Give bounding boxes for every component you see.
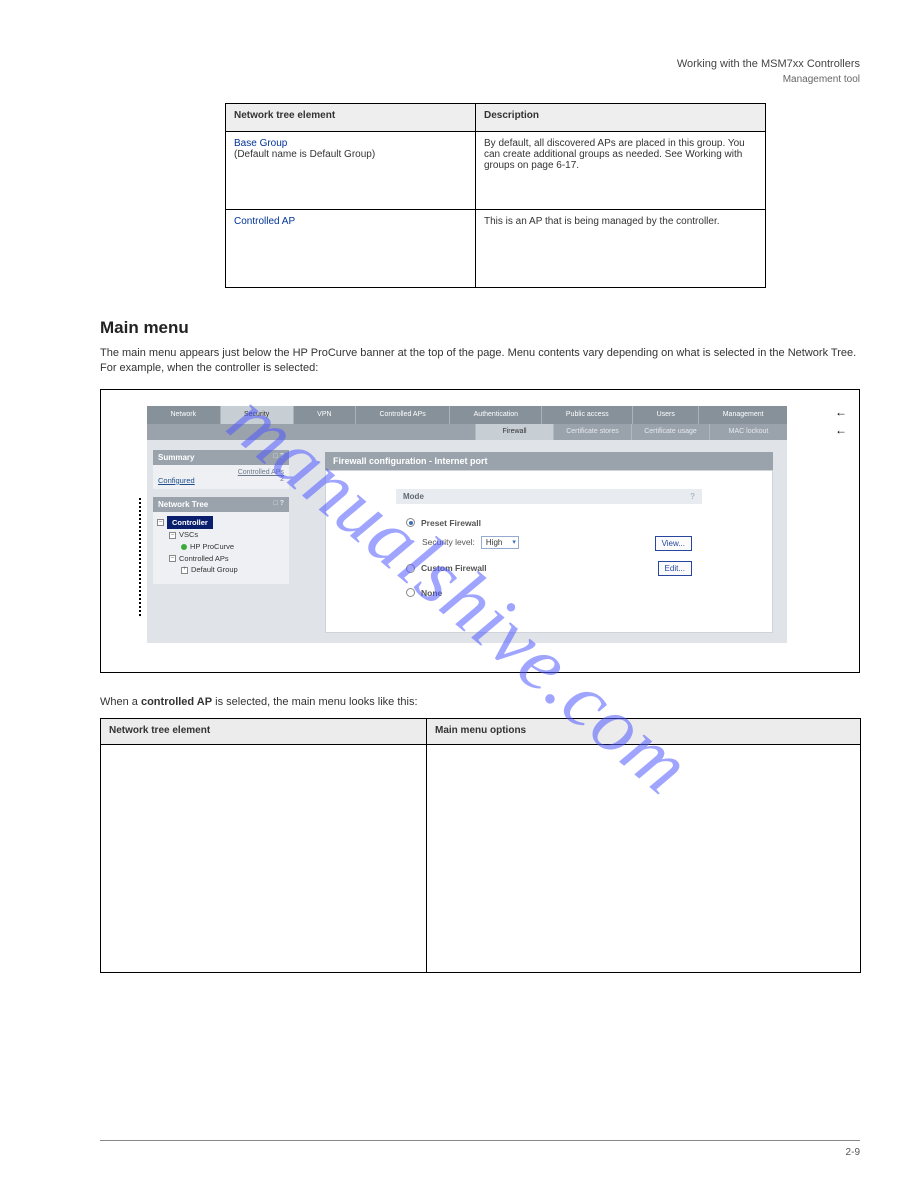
firewall-card: Mode ? Preset Firewall [325, 470, 773, 633]
dotted-guide [139, 498, 141, 616]
tree-toggle-icon[interactable]: – [157, 519, 164, 526]
tab-controlled-aps[interactable]: Controlled APs [356, 406, 450, 424]
section-desc: The main menu appears just below the HP … [100, 346, 860, 377]
tab-authentication[interactable]: Authentication [450, 406, 542, 424]
tab-network[interactable]: Network [147, 406, 221, 424]
tree-hp-procurve[interactable]: HP ProCurve [190, 541, 234, 553]
summary-title: Summary [158, 453, 194, 462]
table-row: Controlled AP This is an AP that is bein… [226, 210, 766, 288]
main-menu-tabs: Network Security VPN Controlled APs Auth… [147, 406, 787, 424]
arrow-sub-menu-icon: ← [835, 423, 847, 437]
tbl2-r1c1 [101, 745, 427, 973]
summary-configured-link[interactable]: Configured [158, 476, 195, 485]
sub-menu-tabs: Firewall Certificate stores Certificate … [147, 424, 787, 440]
opt-custom-label: Custom Firewall [421, 563, 487, 573]
arrow-main-menu-icon: ← [835, 405, 847, 419]
tbl1-col1-header: Network tree element [226, 104, 476, 132]
subtab-firewall[interactable]: Firewall [475, 424, 553, 440]
tree-toggle-icon[interactable]: – [169, 555, 176, 562]
below-text-a: When a [100, 696, 141, 708]
edit-button[interactable]: Edit... [658, 561, 692, 576]
tree-toggle-icon[interactable]: + [181, 567, 188, 574]
summary-configured-value: 2 [280, 476, 284, 485]
network-tree-panel-icons[interactable]: □ ? [274, 500, 284, 509]
tbl2-col1-header: Network tree element [101, 719, 427, 745]
tab-vpn[interactable]: VPN [294, 406, 356, 424]
base-group-paren-b: ) [372, 149, 375, 160]
summary-panel: Summary □ ? Controlled APs Configured 2 [153, 450, 289, 489]
security-level-select[interactable]: High ▾ [481, 536, 519, 549]
radio-none[interactable] [406, 588, 415, 597]
view-button[interactable]: View... [655, 536, 692, 551]
tab-management[interactable]: Management [699, 406, 787, 424]
controlled-ap-link: Controlled AP [234, 216, 295, 227]
firewall-card-title: Firewall configuration - Internet port [325, 452, 773, 470]
table-row: Base Group (Default name is Default Grou… [226, 132, 766, 210]
base-group-desc: By default, all discovered APs are place… [476, 132, 766, 210]
chapter-title: Working with the MSM7xx Controllers [100, 58, 860, 70]
tree-controlled-aps[interactable]: Controlled APs [179, 553, 229, 565]
radio-custom-firewall[interactable] [406, 564, 415, 573]
tbl1-col2-header: Description [476, 104, 766, 132]
table-row [101, 745, 861, 973]
status-dot-icon [181, 544, 187, 550]
network-tree-table: Network tree element Description Base Gr… [225, 103, 766, 288]
opt-preset-label: Preset Firewall [421, 518, 481, 528]
mode-title: Mode [403, 492, 424, 501]
radio-preset-firewall[interactable] [406, 518, 415, 527]
page-footer: 2-9 [100, 1140, 860, 1158]
tbl2-col2-header: Main menu options [427, 719, 861, 745]
section-heading: Main menu [100, 318, 860, 338]
tab-public-access[interactable]: Public access [542, 406, 633, 424]
summary-controlled-aps-label: Controlled APs [238, 469, 284, 476]
tab-security[interactable]: Security [221, 406, 294, 424]
opt-none-label: None [421, 588, 442, 598]
base-group-link: Base Group [234, 138, 287, 149]
tree-vscs[interactable]: VSCs [179, 529, 198, 541]
tbl2-r1c2 [427, 745, 861, 973]
chevron-down-icon: ▾ [512, 538, 516, 546]
network-tree-title: Network Tree [158, 500, 208, 509]
screenshot-figure: ← ← Network Security VPN Controlled APs … [100, 389, 860, 673]
menu-options-table: Network tree element Main menu options [100, 718, 861, 973]
base-group-default-name: Default Group [310, 149, 372, 160]
subtab-mac-lockout[interactable]: MAC lockout [709, 424, 787, 440]
subtab-cert-stores[interactable]: Certificate stores [553, 424, 631, 440]
footer-page-number: 2-9 [846, 1147, 860, 1158]
security-level-value: High [486, 538, 502, 547]
security-level-label: Security level: [422, 537, 475, 547]
below-text-b: controlled AP [141, 696, 212, 708]
tab-users[interactable]: Users [633, 406, 699, 424]
controlled-ap-desc: This is an AP that is being managed by t… [476, 210, 766, 288]
app-shell: Network Security VPN Controlled APs Auth… [147, 406, 787, 643]
network-tree-panel: Network Tree □ ? – Controller – VSCs [153, 497, 289, 584]
help-icon[interactable]: ? [690, 492, 695, 501]
chapter-subtitle: Management tool [100, 74, 860, 85]
tree-default-group[interactable]: Default Group [191, 564, 238, 576]
below-text-c: is selected, the main menu looks like th… [212, 696, 417, 708]
tree-toggle-icon[interactable]: – [169, 532, 176, 539]
summary-panel-icons[interactable]: □ ? [274, 453, 284, 462]
base-group-paren-a: (Default name is [234, 149, 307, 160]
tree-controller[interactable]: Controller [167, 516, 213, 530]
below-paragraph: When a controlled AP is selected, the ma… [100, 695, 860, 710]
subtab-cert-usage[interactable]: Certificate usage [631, 424, 709, 440]
